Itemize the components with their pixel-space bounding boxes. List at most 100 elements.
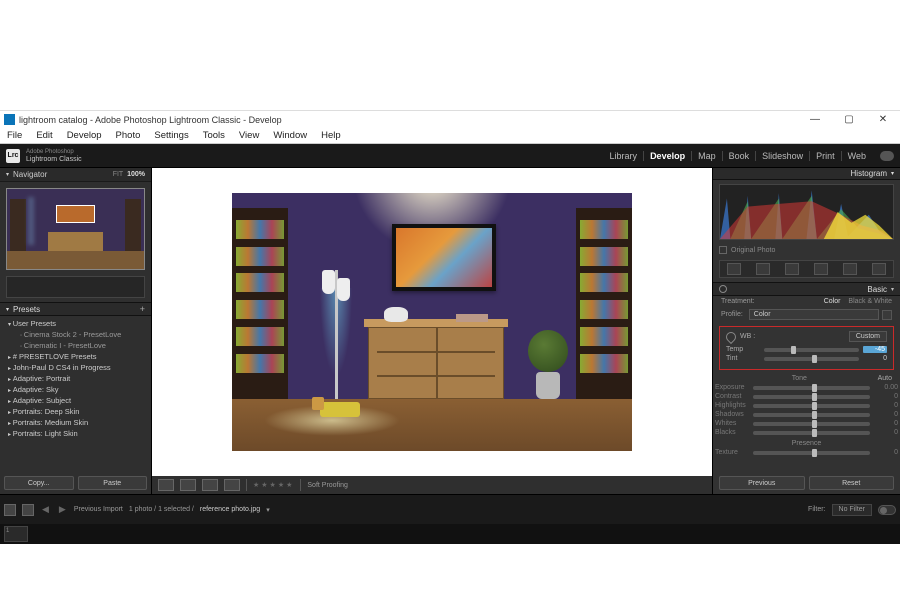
window-title: lightroom catalog - Adobe Photoshop Ligh… bbox=[19, 115, 282, 125]
wb-mode-dropdown[interactable]: Custom bbox=[849, 331, 887, 342]
preset-node[interactable]: Portraits: Light Skin bbox=[0, 428, 151, 439]
copy-button[interactable]: Copy... bbox=[4, 476, 74, 490]
module-library[interactable]: Library bbox=[604, 151, 645, 161]
reset-button[interactable]: Reset bbox=[809, 476, 895, 490]
canvas[interactable] bbox=[152, 168, 712, 476]
minimize-button[interactable]: — bbox=[798, 111, 832, 129]
product-badge: Lrc bbox=[6, 149, 20, 163]
cloud-sync-icon[interactable] bbox=[880, 151, 894, 161]
compare-button[interactable] bbox=[202, 479, 218, 491]
nav-next-icon[interactable]: ▶ bbox=[57, 504, 68, 515]
preset-node[interactable]: Cinema Stock 2 - PresetLove bbox=[0, 329, 151, 340]
menu-file[interactable]: File bbox=[0, 130, 29, 141]
filmstrip[interactable]: 1 bbox=[0, 524, 900, 544]
treatment-bw[interactable]: Black & White bbox=[848, 298, 892, 305]
module-book[interactable]: Book bbox=[723, 151, 757, 161]
preset-node[interactable]: Adaptive: Sky bbox=[0, 384, 151, 395]
module-web[interactable]: Web bbox=[842, 151, 872, 161]
original-photo-toggle[interactable]: Original Photo bbox=[719, 244, 894, 256]
before-after-button[interactable] bbox=[180, 479, 196, 491]
treatment-color[interactable]: Color bbox=[824, 298, 841, 305]
paste-button[interactable]: Paste bbox=[78, 476, 148, 490]
preset-node[interactable]: Portraits: Deep Skin bbox=[0, 406, 151, 417]
presets-tree: User PresetsCinema Stock 2 - PresetLoveC… bbox=[0, 316, 151, 472]
histogram-header[interactable]: Histogram ▾ bbox=[713, 168, 900, 180]
loupe-view-button[interactable] bbox=[158, 479, 174, 491]
filename-label: reference photo.jpg bbox=[200, 506, 260, 513]
histogram[interactable] bbox=[719, 184, 894, 240]
checkbox-icon[interactable] bbox=[719, 246, 727, 254]
slider-exposure[interactable]: Exposure0.00 bbox=[713, 383, 900, 392]
preset-node[interactable]: # PRESETLOVE Presets bbox=[0, 351, 151, 362]
heal-tool-icon[interactable] bbox=[756, 263, 770, 275]
gradient-tool-icon[interactable] bbox=[843, 263, 857, 275]
auto-tone-button[interactable]: Auto bbox=[878, 375, 892, 382]
presets-header[interactable]: ▾ Presets + bbox=[0, 302, 151, 316]
menu-develop[interactable]: Develop bbox=[60, 130, 109, 141]
source-label[interactable]: Previous Import bbox=[74, 506, 123, 513]
crop-tool-icon[interactable] bbox=[727, 263, 741, 275]
preset-node[interactable]: Portraits: Medium Skin bbox=[0, 417, 151, 428]
menu-photo[interactable]: Photo bbox=[109, 130, 148, 141]
module-print[interactable]: Print bbox=[810, 151, 842, 161]
module-map[interactable]: Map bbox=[692, 151, 723, 161]
menu-tools[interactable]: Tools bbox=[196, 130, 232, 141]
module-develop[interactable]: Develop bbox=[644, 151, 692, 161]
module-slideshow[interactable]: Slideshow bbox=[756, 151, 810, 161]
maximize-button[interactable]: ▢ bbox=[832, 111, 866, 129]
grid-view-icon[interactable] bbox=[4, 504, 16, 516]
preset-node[interactable]: Adaptive: Subject bbox=[0, 395, 151, 406]
navigator-thumbnail[interactable] bbox=[6, 188, 145, 270]
filter-switch[interactable] bbox=[878, 505, 896, 515]
photo-preview[interactable] bbox=[232, 193, 632, 451]
redeye-tool-icon[interactable] bbox=[814, 263, 828, 275]
menu-view[interactable]: View bbox=[232, 130, 266, 141]
preset-node[interactable]: John-Paul D CS4 in Progress bbox=[0, 362, 151, 373]
menu-help[interactable]: Help bbox=[314, 130, 348, 141]
temp-value[interactable]: -45 bbox=[863, 346, 887, 353]
add-preset-icon[interactable]: + bbox=[140, 304, 145, 314]
tone-sliders: Exposure0.00Contrast0Highlights0Shadows0… bbox=[713, 383, 900, 437]
filter-dropdown[interactable]: No Filter bbox=[832, 504, 872, 516]
secondary-display-icon[interactable] bbox=[22, 504, 34, 516]
disclosure-icon: ▾ bbox=[891, 170, 894, 177]
temp-slider[interactable]: Temp -45 bbox=[724, 345, 889, 354]
zoom-readout[interactable]: FIT 100% bbox=[113, 171, 145, 178]
preset-node[interactable]: Cinematic I - PresetLove bbox=[0, 340, 151, 351]
survey-button[interactable] bbox=[224, 479, 240, 491]
profile-dropdown[interactable]: Color bbox=[749, 309, 879, 320]
previous-button[interactable]: Previous bbox=[719, 476, 805, 490]
filmstrip-thumb[interactable]: 1 bbox=[4, 526, 28, 542]
wb-eyedropper-icon[interactable] bbox=[724, 329, 738, 343]
white-balance-section: WB : Custom Temp -45 Tint 0 bbox=[719, 326, 894, 370]
panel-toggle-icon[interactable] bbox=[719, 285, 727, 293]
presence-sliders: Texture0 bbox=[713, 448, 900, 457]
slider-texture[interactable]: Texture0 bbox=[713, 448, 900, 457]
preset-node[interactable]: Adaptive: Portrait bbox=[0, 373, 151, 384]
center-toolbar: ★★★★★ Soft Proofing bbox=[152, 476, 712, 494]
soft-proofing-toggle[interactable]: Soft Proofing bbox=[307, 482, 347, 489]
tint-value[interactable]: 0 bbox=[863, 355, 887, 362]
disclosure-icon: ▾ bbox=[891, 286, 894, 293]
nav-prev-icon[interactable]: ◀ bbox=[40, 504, 51, 515]
menu-edit[interactable]: Edit bbox=[29, 130, 59, 141]
history-collapsed[interactable] bbox=[6, 276, 145, 298]
slider-whites[interactable]: Whites0 bbox=[713, 419, 900, 428]
slider-contrast[interactable]: Contrast0 bbox=[713, 392, 900, 401]
slider-blacks[interactable]: Blacks0 bbox=[713, 428, 900, 437]
brush-tool-icon[interactable] bbox=[872, 263, 886, 275]
slider-shadows[interactable]: Shadows0 bbox=[713, 410, 900, 419]
mask-tool-icon[interactable] bbox=[785, 263, 799, 275]
rating-stars[interactable]: ★★★★★ bbox=[253, 481, 294, 489]
count-label: 1 photo / 1 selected / bbox=[129, 506, 194, 513]
menu-settings[interactable]: Settings bbox=[147, 130, 195, 141]
menu-window[interactable]: Window bbox=[266, 130, 314, 141]
navigator-header[interactable]: ▾ Navigator FIT 100% bbox=[0, 168, 151, 182]
close-button[interactable]: ✕ bbox=[866, 111, 900, 129]
slider-highlights[interactable]: Highlights0 bbox=[713, 401, 900, 410]
tint-slider[interactable]: Tint 0 bbox=[724, 354, 889, 363]
app-header: Lrc Adobe Photoshop Lightroom Classic Li… bbox=[0, 144, 900, 168]
basic-panel-header[interactable]: Basic ▾ bbox=[713, 282, 900, 296]
preset-node[interactable]: User Presets bbox=[0, 318, 151, 329]
profile-browser-icon[interactable] bbox=[882, 310, 892, 320]
